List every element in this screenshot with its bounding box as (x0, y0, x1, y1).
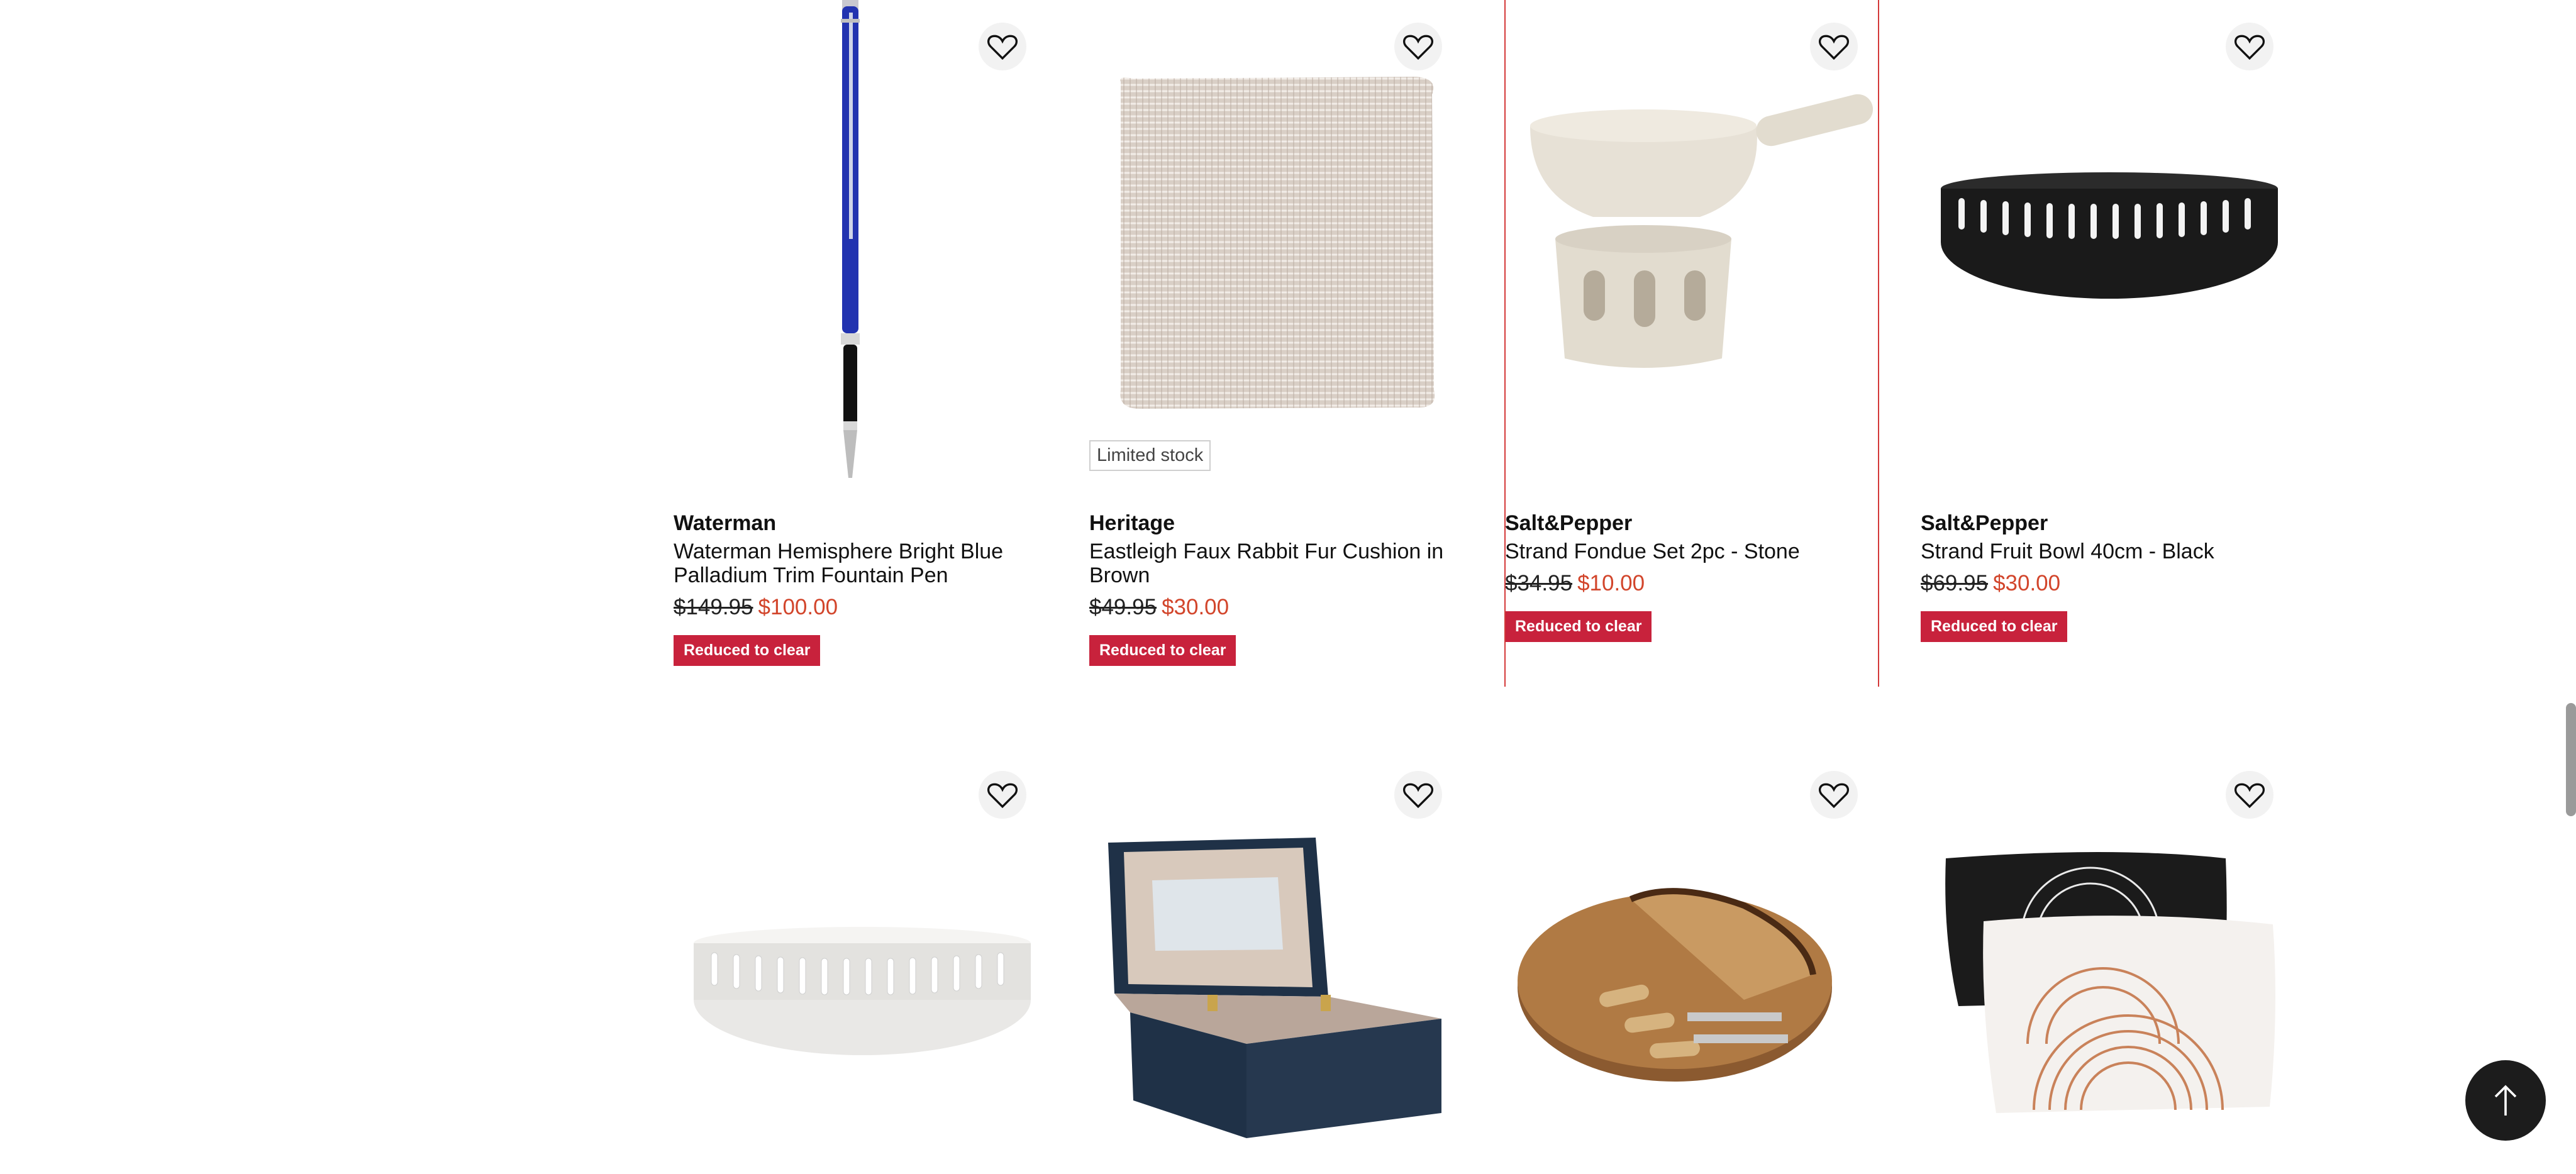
wishlist-heart-icon[interactable] (2226, 23, 2273, 70)
clearance-badge: Reduced to clear (674, 635, 821, 666)
clearance-badge: Reduced to clear (1505, 611, 1652, 642)
product-brand: Salt&Pepper (1505, 511, 1633, 535)
scrollbar-thumb[interactable] (2566, 703, 2576, 816)
clearance-badge: Reduced to clear (1089, 635, 1236, 666)
fondue-set-image (1530, 94, 1874, 368)
divider-line (1504, 0, 1506, 687)
product-brand: Heritage (1089, 511, 1175, 535)
product-name[interactable]: Strand Fondue Set 2pc - Stone (1505, 540, 1891, 563)
wishlist-heart-icon[interactable] (1394, 23, 1442, 70)
product-image[interactable] (674, 0, 1060, 490)
product-image[interactable] (1505, 0, 1891, 490)
wishlist-heart-icon[interactable] (1394, 771, 1442, 819)
product-name[interactable]: Strand Fruit Bowl 40cm - Black (1921, 540, 2307, 563)
fur-cushion-image (1120, 77, 1435, 409)
original-price: $69.95 (1921, 571, 1989, 595)
back-to-top-button[interactable] (2465, 1060, 2546, 1141)
original-price: $149.95 (674, 595, 753, 619)
divider-line (1878, 0, 1879, 687)
product-image[interactable] (1921, 0, 2307, 490)
wishlist-heart-icon[interactable] (1810, 771, 1858, 819)
wishlist-heart-icon[interactable] (2226, 771, 2273, 819)
product-info: Salt&Pepper Strand Fondue Set 2pc - Ston… (1505, 509, 1891, 642)
product-name[interactable]: Eastleigh Faux Rabbit Fur Cushion in Bro… (1089, 540, 1475, 587)
product-image[interactable] (1089, 0, 1475, 490)
fountain-pen-image (841, 0, 860, 478)
limited-stock-badge: Limited stock (1089, 440, 1211, 471)
product-price: $34.95 $10.00 (1505, 570, 1891, 597)
product-brand: Salt&Pepper (1921, 511, 2048, 535)
sale-price: $100.00 (758, 595, 838, 619)
product-price: $69.95 $30.00 (1921, 570, 2307, 597)
product-info: Heritage Eastleigh Faux Rabbit Fur Cushi… (1089, 509, 1475, 666)
sale-price: $30.00 (1162, 595, 1230, 619)
original-price: $34.95 (1505, 571, 1573, 595)
sale-price: $30.00 (1993, 571, 2061, 595)
clearance-badge: Reduced to clear (1921, 611, 2068, 642)
wishlist-heart-icon[interactable] (1810, 23, 1858, 70)
product-price: $49.95 $30.00 (1089, 594, 1475, 621)
arrow-up-icon (2494, 1085, 2517, 1116)
sale-price: $10.00 (1577, 571, 1645, 595)
wishlist-heart-icon[interactable] (979, 23, 1026, 70)
original-price: $49.95 (1089, 595, 1157, 619)
product-price: $149.95 $100.00 (674, 594, 1060, 621)
product-name[interactable]: Waterman Hemisphere Bright Blue Palladiu… (674, 540, 1060, 587)
product-info: Salt&Pepper Strand Fruit Bowl 40cm - Bla… (1921, 509, 2307, 642)
product-info: Waterman Waterman Hemisphere Bright Blue… (674, 509, 1060, 666)
fruit-bowl-black-image (1941, 172, 2278, 299)
wishlist-heart-icon[interactable] (979, 771, 1026, 819)
product-brand: Waterman (674, 511, 777, 535)
